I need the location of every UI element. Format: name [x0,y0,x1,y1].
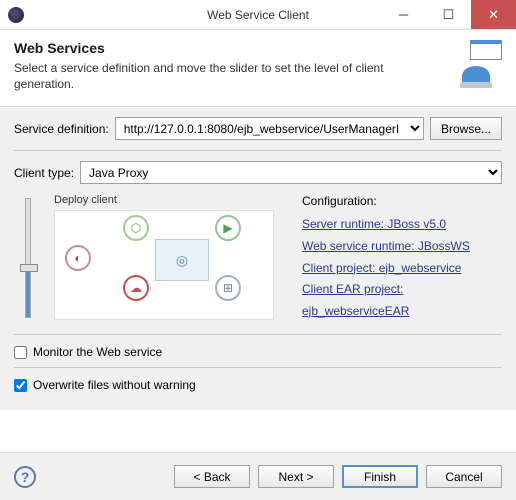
lifecycle-diagram: ◐ ⬡ ☁ ▶ ⊞ ◎ [54,210,274,320]
page-subtitle: Select a service definition and move the… [14,60,444,92]
server-runtime-link[interactable]: Server runtime: JBoss v5.0 [302,214,502,236]
wizard-footer: ? < Back Next > Finish Cancel [0,452,516,500]
separator [14,150,502,151]
slider-level-label: Deploy client [54,194,290,206]
titlebar: Web Service Client ─ ☐ ✕ [0,0,516,30]
cancel-button[interactable]: Cancel [426,465,502,488]
client-project-link[interactable]: Client project: ejb_webservice [302,258,502,280]
node-icon: ◐ [65,245,91,271]
center-node-icon: ◎ [155,239,209,281]
node-icon: ⬡ [123,215,149,241]
configuration-label: Configuration: [302,194,502,208]
wizard-content: Service definition: http://127.0.0.1:808… [0,107,516,410]
overwrite-label: Overwrite files without warning [33,378,196,392]
help-icon[interactable]: ? [14,466,36,488]
client-ear-project-link[interactable]: Client EAR project: ejb_webserviceEAR [302,279,502,322]
separator [14,367,502,368]
webservice-icon [454,40,502,88]
node-icon: ⊞ [215,275,241,301]
ws-runtime-link[interactable]: Web service runtime: JBossWS [302,236,502,258]
maximize-button[interactable]: ☐ [426,0,471,29]
back-button[interactable]: < Back [174,465,250,488]
browse-button[interactable]: Browse... [430,117,502,140]
overwrite-checkbox[interactable] [14,379,27,392]
separator [14,334,502,335]
monitor-checkbox[interactable] [14,346,27,359]
client-type-select[interactable]: Java Proxy [80,161,502,184]
service-definition-select[interactable]: http://127.0.0.1:8080/ejb_webservice/Use… [115,117,424,140]
minimize-button[interactable]: ─ [381,0,426,29]
eclipse-icon [8,7,24,23]
finish-button[interactable]: Finish [342,465,418,488]
close-button[interactable]: ✕ [471,0,516,29]
page-title: Web Services [14,40,444,56]
client-type-label: Client type: [14,166,74,180]
node-icon: ▶ [215,215,241,241]
node-icon: ☁ [123,275,149,301]
window-title: Web Service Client [207,8,309,22]
monitor-label: Monitor the Web service [33,345,162,359]
service-definition-label: Service definition: [14,122,109,136]
next-button[interactable]: Next > [258,465,334,488]
wizard-header: Web Services Select a service definition… [0,30,516,107]
generation-level-slider[interactable] [14,194,42,324]
